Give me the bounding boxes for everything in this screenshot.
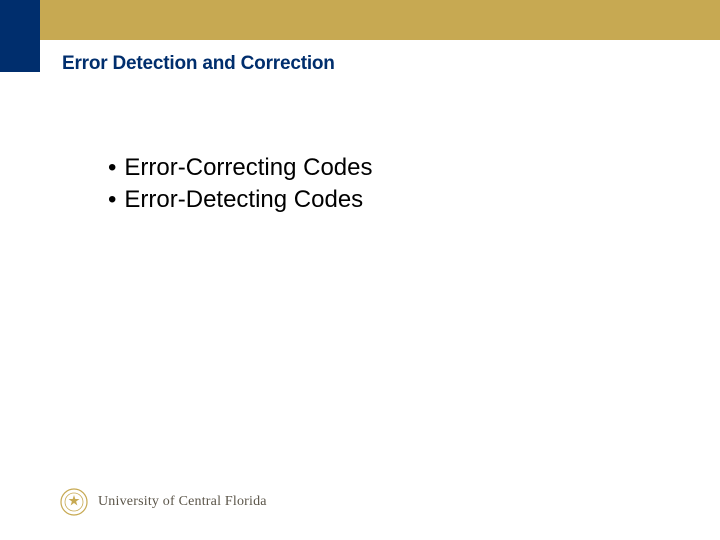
bullet-icon: • — [108, 185, 116, 215]
university-seal-icon — [60, 488, 88, 516]
header-blue-block — [0, 0, 40, 72]
header-gold-bar — [0, 0, 720, 40]
bullet-icon: • — [108, 153, 116, 183]
list-item: • Error-Correcting Codes — [108, 153, 372, 183]
slide-content: • Error-Correcting Codes • Error-Detecti… — [108, 153, 372, 217]
list-item: • Error-Detecting Codes — [108, 185, 372, 215]
slide-title: Error Detection and Correction — [62, 53, 335, 75]
university-name: University of Central Florida — [98, 494, 267, 510]
bullet-text: Error-Correcting Codes — [124, 153, 372, 183]
bullet-text: Error-Detecting Codes — [124, 185, 363, 215]
footer: University of Central Florida — [60, 488, 267, 516]
slide: Error Detection and Correction • Error-C… — [0, 0, 720, 540]
